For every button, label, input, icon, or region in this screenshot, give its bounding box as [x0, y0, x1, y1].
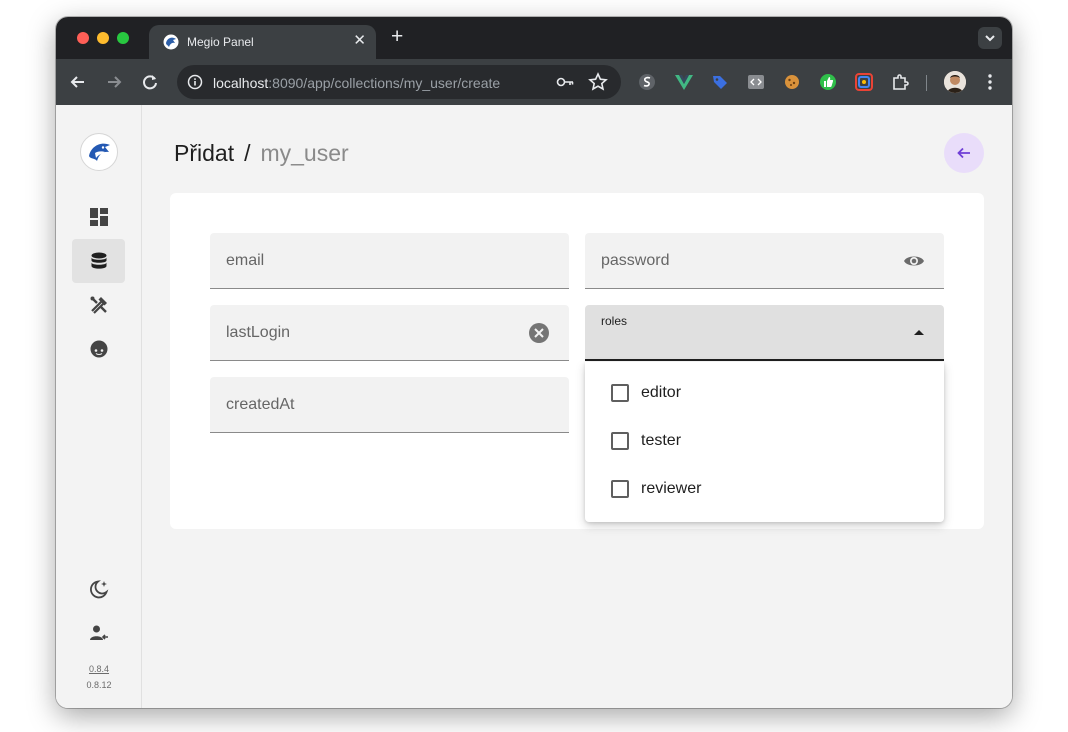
maximize-window-button[interactable]	[117, 32, 129, 44]
bookmark-star-icon[interactable]	[588, 72, 608, 92]
thumbs-up-extension-icon[interactable]	[818, 72, 838, 92]
version-link[interactable]: 0.8.4	[56, 664, 142, 674]
menu-option-tester[interactable]: tester	[585, 417, 944, 465]
shark-logo-icon	[89, 143, 110, 161]
theme-toggle-icon	[90, 580, 109, 599]
createdat-field[interactable]: createdAt	[210, 377, 569, 433]
browser-tab[interactable]: Megio Panel ✕	[149, 25, 376, 59]
collection-name: my_user	[260, 140, 349, 166]
vue-devtools-icon[interactable]	[674, 72, 694, 92]
new-tab-button[interactable]: +	[391, 26, 403, 48]
database-icon	[91, 252, 107, 269]
megio-favicon-icon	[163, 34, 179, 50]
forward-arrow-icon[interactable]	[103, 71, 125, 93]
close-window-button[interactable]	[77, 32, 89, 44]
face-icon	[90, 340, 108, 358]
megio-logo[interactable]	[80, 133, 118, 171]
clear-circle-icon[interactable]	[528, 322, 550, 344]
dashboard-icon	[90, 208, 108, 226]
address-bar[interactable]: localhost:8090/app/collections/my_user/c…	[177, 65, 621, 99]
sidebar-item-tools[interactable]	[72, 283, 125, 327]
tag-extension-icon[interactable]	[710, 72, 730, 92]
email-field[interactable]: email	[210, 233, 569, 289]
browser-window: Megio Panel ✕ + localhost:8090/app/colle…	[56, 17, 1012, 708]
menu-option-reviewer[interactable]: reviewer	[585, 465, 944, 513]
checkbox-reviewer[interactable]	[611, 480, 629, 498]
profile-avatar[interactable]	[944, 71, 966, 93]
color-picker-extension-icon[interactable]	[854, 72, 874, 92]
checkbox-tester[interactable]	[611, 432, 629, 450]
caret-up-icon	[914, 330, 924, 335]
extension-s-icon[interactable]	[637, 72, 657, 92]
tab-close-icon[interactable]: ✕	[353, 32, 366, 50]
back-arrow-icon[interactable]	[67, 71, 89, 93]
sidebar-item-user[interactable]	[72, 327, 125, 371]
page-action: Přidat	[174, 140, 235, 166]
back-button[interactable]	[944, 133, 984, 173]
reload-icon[interactable]	[139, 71, 161, 93]
browser-toolbar: localhost:8090/app/collections/my_user/c…	[56, 59, 1012, 105]
menu-option-editor[interactable]: editor	[585, 369, 944, 417]
url-host: localhost	[213, 75, 269, 91]
logout-button[interactable]	[72, 611, 125, 655]
url-text: localhost:8090/app/collections/my_user/c…	[213, 75, 500, 91]
page-title: Přidat / my_user	[174, 140, 349, 167]
site-info-icon[interactable]	[187, 74, 203, 90]
sidebar-item-dashboard[interactable]	[72, 195, 125, 239]
breadcrumb-separator: /	[244, 140, 251, 166]
minimize-window-button[interactable]	[97, 32, 109, 44]
toolbar-separator	[926, 75, 927, 91]
createdat-label: createdAt	[226, 396, 295, 413]
option-label: tester	[641, 432, 682, 449]
eye-icon[interactable]	[903, 250, 925, 272]
roles-label: roles	[601, 314, 628, 328]
checkbox-editor[interactable]	[611, 384, 629, 402]
sidebar: 0.8.4 0.8.12	[56, 105, 142, 708]
lastlogin-label: lastLogin	[226, 324, 291, 341]
tools-icon	[90, 296, 107, 314]
profile-photo-icon	[944, 71, 966, 93]
extensions-puzzle-icon[interactable]	[890, 72, 910, 92]
logout-icon	[90, 625, 108, 640]
arrow-left-icon	[957, 147, 970, 159]
tab-title: Megio Panel	[187, 35, 254, 49]
chevron-down-icon	[985, 35, 995, 42]
password-label: password	[601, 252, 670, 269]
version-text: 0.8.12	[86, 680, 112, 690]
url-path: :8090/app/collections/my_user/create	[268, 75, 501, 91]
email-label: email	[226, 252, 265, 269]
browser-titlebar: Megio Panel ✕ +	[56, 17, 1012, 59]
app-content: 0.8.4 0.8.12 Přidat / my_user email passwo…	[56, 105, 1012, 708]
roles-dropdown-menu: editor tester reviewer	[585, 362, 944, 522]
option-label: reviewer	[641, 480, 702, 497]
password-field[interactable]: password	[585, 233, 944, 289]
theme-toggle-button[interactable]	[72, 567, 125, 611]
roles-select[interactable]: roles	[585, 305, 944, 361]
cookie-extension-icon[interactable]	[782, 72, 802, 92]
lastlogin-field[interactable]: lastLogin	[210, 305, 569, 361]
password-key-icon[interactable]	[555, 73, 575, 91]
sidebar-item-collections[interactable]	[72, 239, 125, 283]
main-panel: Přidat / my_user email password lastLogi…	[142, 105, 1012, 708]
tab-search-button[interactable]	[978, 27, 1002, 49]
option-label: editor	[641, 384, 682, 401]
more-vertical-icon[interactable]	[980, 72, 1000, 92]
code-extension-icon[interactable]	[746, 72, 766, 92]
